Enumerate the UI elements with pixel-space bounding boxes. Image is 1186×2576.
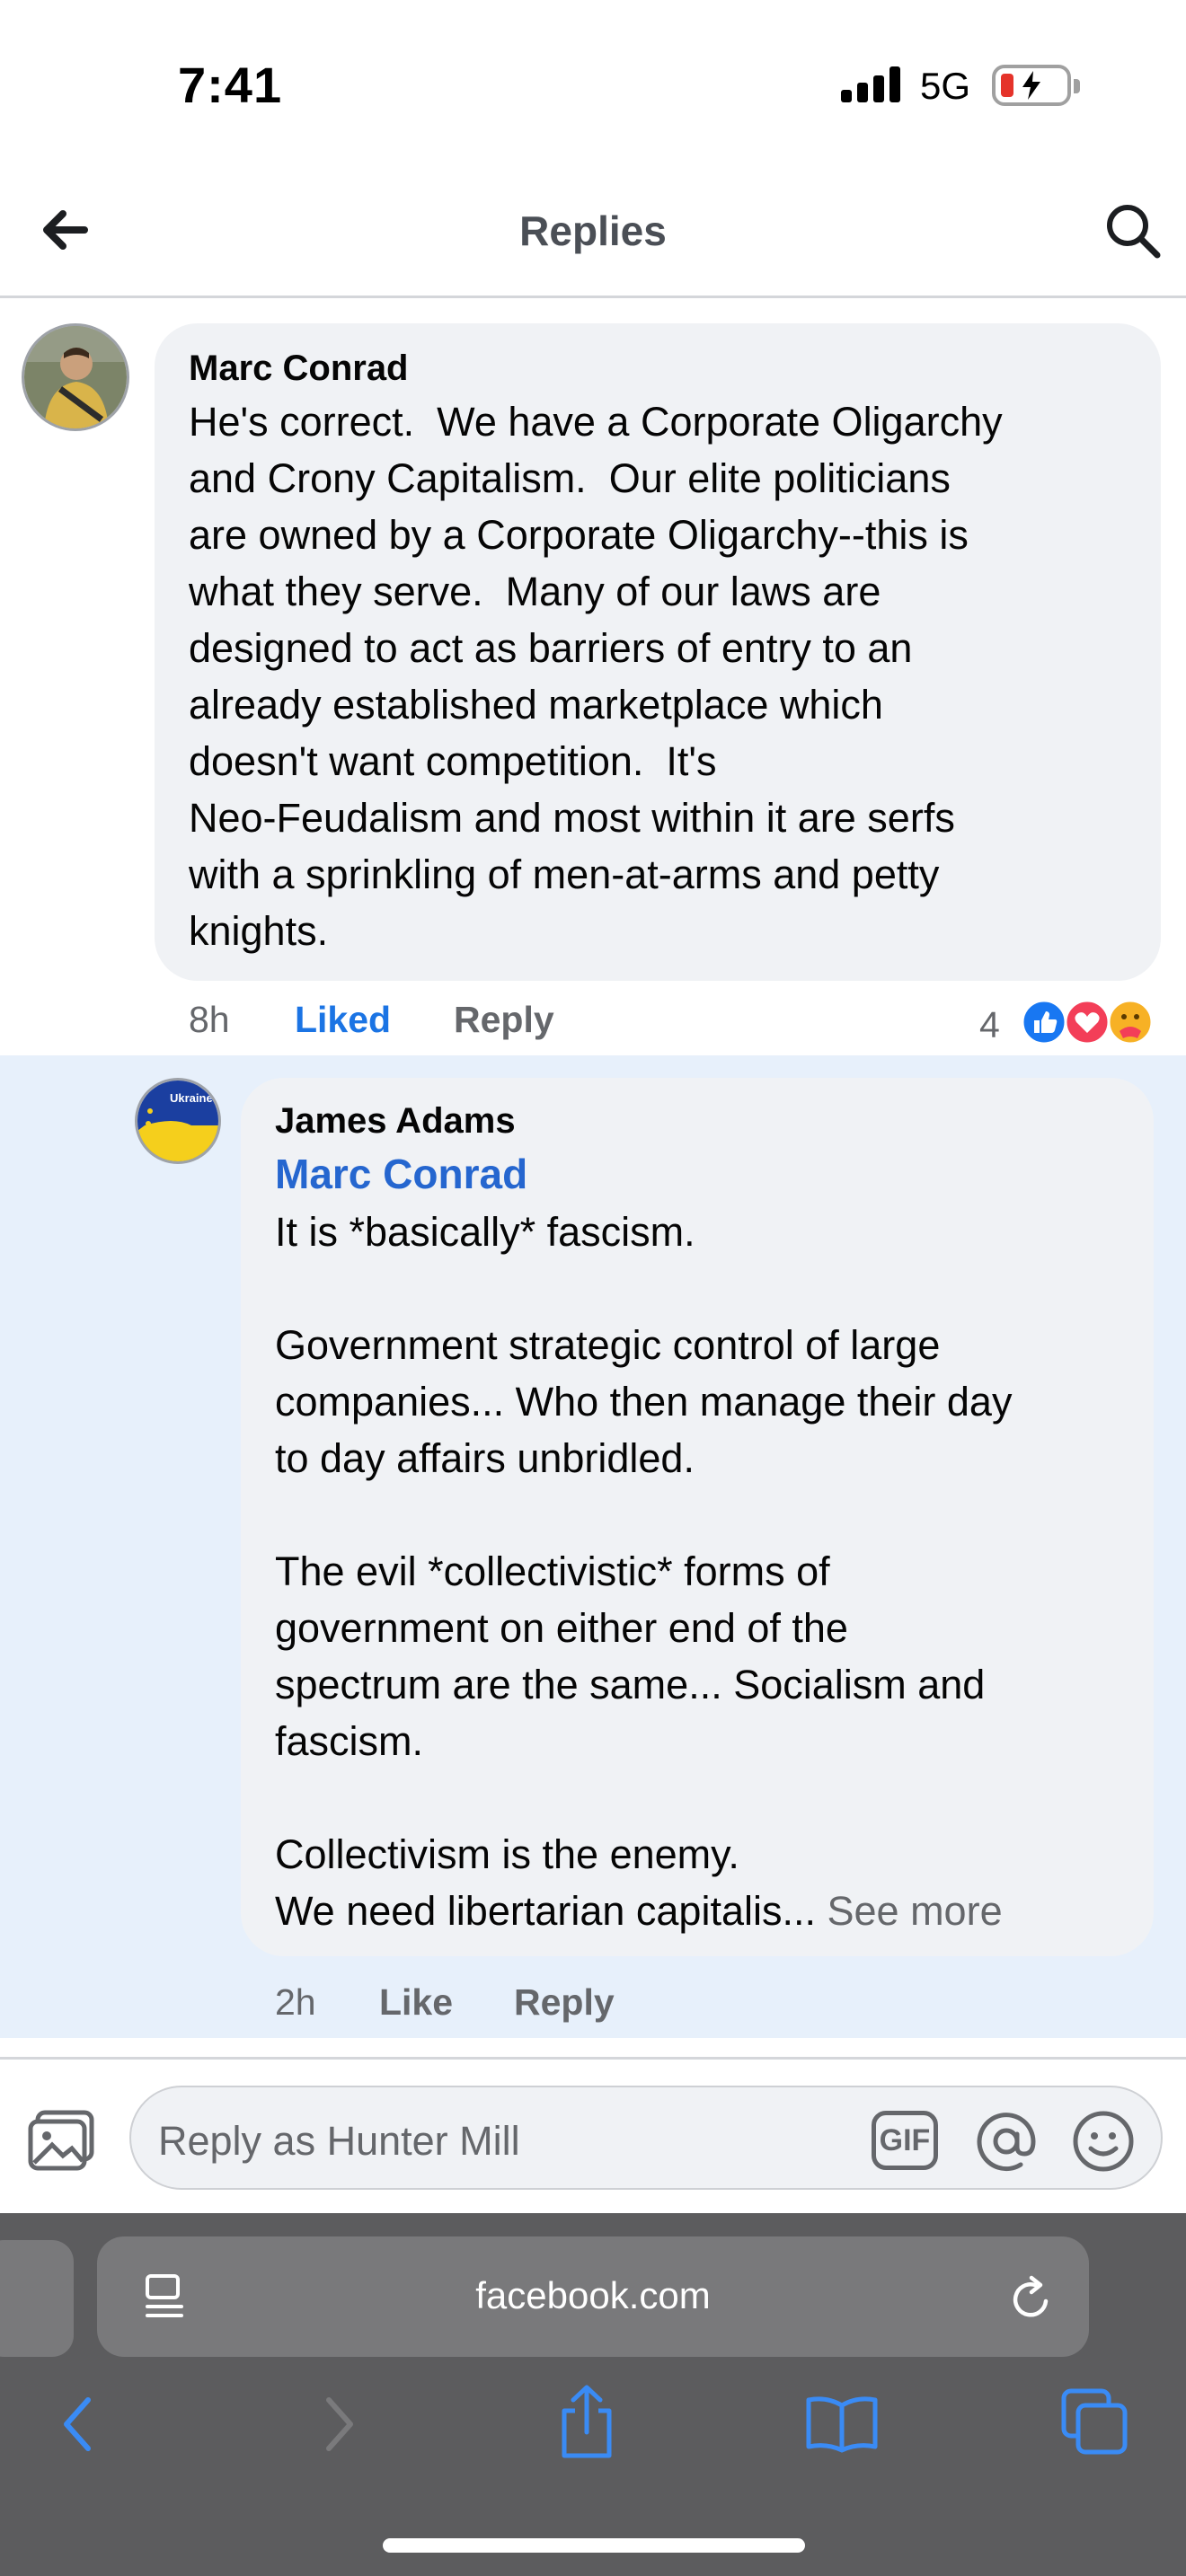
previous-tab-preview[interactable] <box>0 2240 74 2357</box>
chevron-left-icon <box>64 2397 91 2451</box>
reply-reply-button[interactable]: Reply <box>514 1981 615 2024</box>
comment-author[interactable]: Marc Conrad <box>189 348 409 389</box>
reply-bubble: James Adams Marc Conrad It is *basically… <box>241 1078 1154 1956</box>
reply-reply-label: Reply <box>514 1981 615 2023</box>
comment-time: 8h <box>189 999 230 1040</box>
like-reaction-icon <box>1021 999 1067 1045</box>
reaction-icons[interactable] <box>1021 999 1155 1045</box>
reload-button[interactable] <box>1006 2274 1057 2325</box>
reply-mention[interactable]: Marc Conrad <box>275 1150 527 1198</box>
url-text: facebook.com <box>475 2274 711 2316</box>
reaction-count[interactable]: 4 <box>979 1004 1000 1046</box>
photo-icon <box>28 2110 94 2171</box>
browser-back-button[interactable] <box>56 2393 101 2456</box>
care-reaction-icon <box>1107 999 1154 1045</box>
book-icon <box>806 2396 878 2453</box>
emoji-icon <box>1073 2111 1134 2172</box>
comment-bubble: Marc Conrad He's correct. We have a Corp… <box>155 323 1161 981</box>
browser-forward-button[interactable] <box>316 2393 361 2456</box>
network-label: 5G <box>920 65 971 107</box>
reply-text: It is *basically* fascism. Government st… <box>275 1204 1137 1939</box>
bookmarks-button[interactable] <box>805 2395 879 2454</box>
reply-placeholder: Reply as Hunter Mill <box>158 2118 520 2164</box>
reply-like-label: Like <box>379 1981 454 2023</box>
tabs-button[interactable] <box>1060 2387 1128 2456</box>
gif-label: GIF <box>879 2123 931 2157</box>
love-reaction-icon <box>1064 999 1111 1045</box>
gif-button[interactable]: GIF <box>872 2111 938 2170</box>
share-button[interactable] <box>555 2384 618 2459</box>
at-icon <box>977 2113 1036 2172</box>
search-button[interactable] <box>1103 201 1163 260</box>
marc-conrad-avatar[interactable] <box>22 323 129 431</box>
james-adams-avatar[interactable]: Ukraine is Europe <box>135 1078 221 1164</box>
mention-button[interactable] <box>974 2109 1039 2174</box>
comment-reply-label: Reply <box>454 999 554 1040</box>
avatar-badge-text: Ukraine is Europe <box>170 1091 218 1105</box>
share-icon <box>562 2385 612 2458</box>
page-title: Replies <box>519 207 667 254</box>
home-indicator[interactable] <box>383 2538 805 2553</box>
tabs-icon <box>1061 2388 1128 2455</box>
comment-reply-button[interactable]: Reply <box>454 999 554 1041</box>
chevron-right-icon <box>326 2397 353 2451</box>
comment-liked-button[interactable]: Liked <box>295 999 391 1041</box>
reply-text-content: It is *basically* fascism. Government st… <box>275 1209 1013 1934</box>
reply-author[interactable]: James Adams <box>275 1101 516 1142</box>
battery-icon <box>992 65 1080 106</box>
search-icon <box>1107 205 1161 259</box>
reply-time: 2h <box>275 1981 316 2023</box>
see-more-link[interactable]: See more <box>816 1888 1003 1934</box>
reload-icon <box>1013 2275 1049 2317</box>
emoji-button[interactable] <box>1071 2109 1136 2174</box>
reply-like-button[interactable]: Like <box>379 1981 453 2024</box>
signal-icon <box>841 66 902 102</box>
photo-button[interactable] <box>27 2109 99 2172</box>
status-time: 7:41 <box>178 57 283 113</box>
comment-text: He's correct. We have a Corporate Oligar… <box>189 399 1003 954</box>
